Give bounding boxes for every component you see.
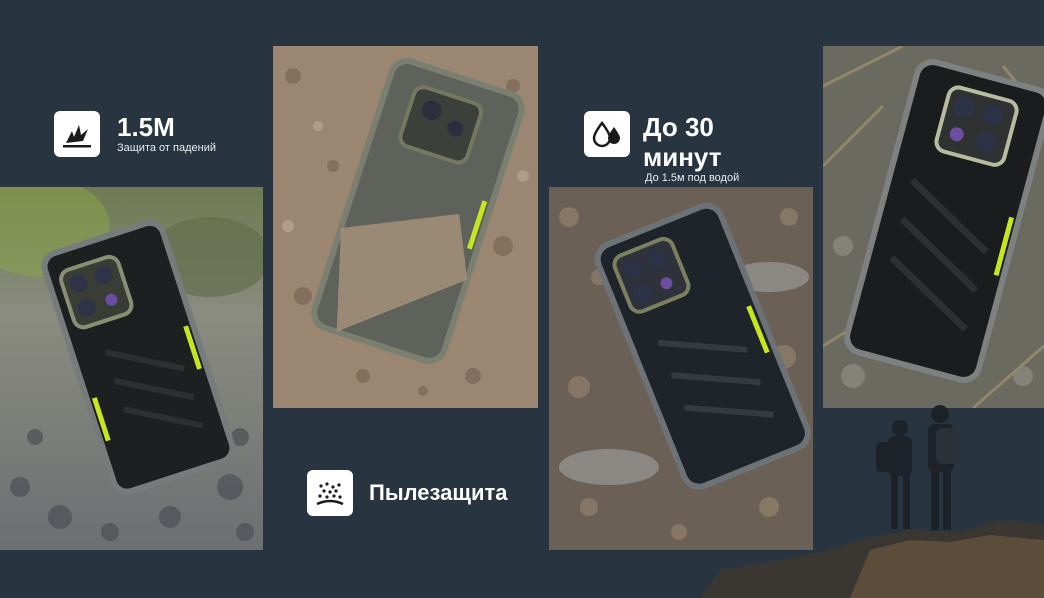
- hikers-silhouette-photo: [700, 400, 1044, 598]
- drop-protection-subtitle: Защита от падений: [117, 142, 216, 154]
- phone-on-branches-photo: [823, 46, 1044, 408]
- shatter-icon-box: [54, 111, 100, 157]
- water-time-title-line2: минут: [643, 142, 722, 172]
- phone-on-gravel-photo: [0, 187, 263, 550]
- water-time-title-line1: До 30: [643, 112, 714, 142]
- dust-protection-title: Пылезащита: [369, 480, 508, 505]
- water-drop-icon: [592, 120, 620, 148]
- water-depth-subtitle: До 1.5м под водой: [645, 172, 740, 184]
- phone-in-dirt-photo: [273, 46, 538, 408]
- shatter-icon: [63, 125, 91, 148]
- drop-protection-title: 1.5M: [117, 112, 175, 142]
- dust-icon-box: [307, 470, 353, 516]
- dust-icon: [316, 482, 344, 506]
- water-drop-icon-box: [584, 111, 630, 157]
